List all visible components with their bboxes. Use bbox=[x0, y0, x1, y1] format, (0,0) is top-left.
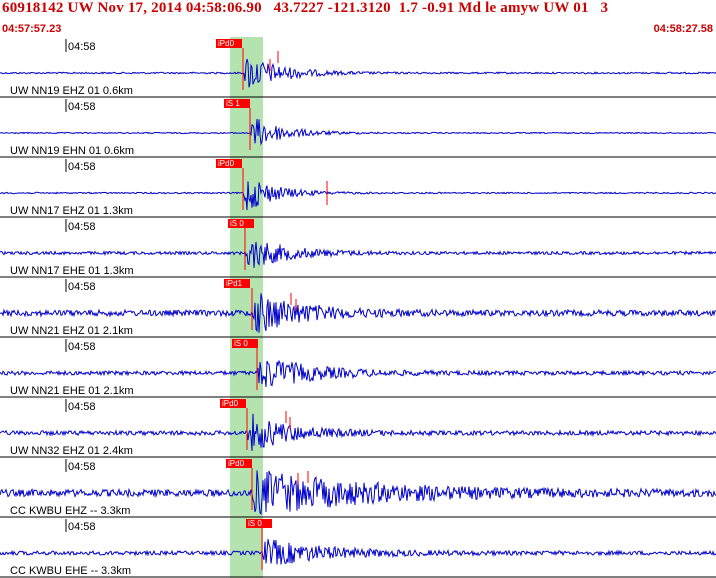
time-label: 04:58 bbox=[68, 41, 96, 53]
waveform bbox=[0, 58, 716, 88]
time-label: 04:58 bbox=[68, 341, 96, 353]
waveform bbox=[0, 359, 716, 387]
pick-label: iPd0 bbox=[222, 399, 239, 408]
channel-label: CC KWBU EHZ -- 3.3km bbox=[10, 505, 130, 517]
pick-label: iPd0 bbox=[218, 159, 235, 168]
channel-label: UW NN17 EHZ 01 1.3km bbox=[10, 205, 133, 217]
channel-label: UW NN19 EHN 01 0.6km bbox=[10, 145, 134, 157]
channel-label: UW NN17 EHE 01 1.3km bbox=[10, 265, 133, 277]
waveform bbox=[0, 241, 716, 268]
pick-label: iPd1 bbox=[226, 279, 243, 288]
channel-label: UW NN32 EHZ 01 2.4km bbox=[10, 445, 133, 457]
time-label: 04:58 bbox=[68, 101, 96, 113]
time-label: 04:58 bbox=[68, 221, 96, 233]
channel-label: UW NN19 EHZ 01 0.6km bbox=[10, 85, 133, 97]
time-label: 04:58 bbox=[68, 161, 96, 173]
pick-label: iS 1 bbox=[226, 99, 240, 108]
time-label: 04:58 bbox=[68, 461, 96, 473]
channel-label: CC KWBU EHE -- 3.3km bbox=[10, 565, 131, 577]
time-label: 04:58 bbox=[68, 521, 96, 533]
pick-label: iS 0 bbox=[234, 339, 248, 348]
channel-label: UW NN21 EHE 01 2.1km bbox=[10, 385, 133, 397]
waveform bbox=[0, 539, 716, 565]
event-title: 60918142 UW Nov 17, 2014 04:58:06.90 43.… bbox=[2, 0, 609, 16]
seismogram-header: 60918142 UW Nov 17, 2014 04:58:06.90 43.… bbox=[0, 0, 716, 37]
pick-label: iS 0 bbox=[248, 519, 262, 528]
pick-label: iPd0 bbox=[228, 459, 245, 468]
seismogram-panel: iPd0 04:58 UW NN19 EHZ 01 0.6km iS 1 04:58 UW… bbox=[0, 37, 716, 578]
pick-label: iS 0 bbox=[230, 219, 244, 228]
end-time: 04:58:27.58 bbox=[653, 23, 713, 35]
start-time: 04:57:57.23 bbox=[2, 23, 62, 35]
waveform bbox=[0, 118, 716, 146]
channel-label: UW NN21 EHZ 01 2.1km bbox=[10, 325, 133, 337]
time-label: 04:58 bbox=[68, 401, 96, 413]
time-label: 04:58 bbox=[68, 281, 96, 293]
pick-label: iPd0 bbox=[218, 39, 235, 48]
